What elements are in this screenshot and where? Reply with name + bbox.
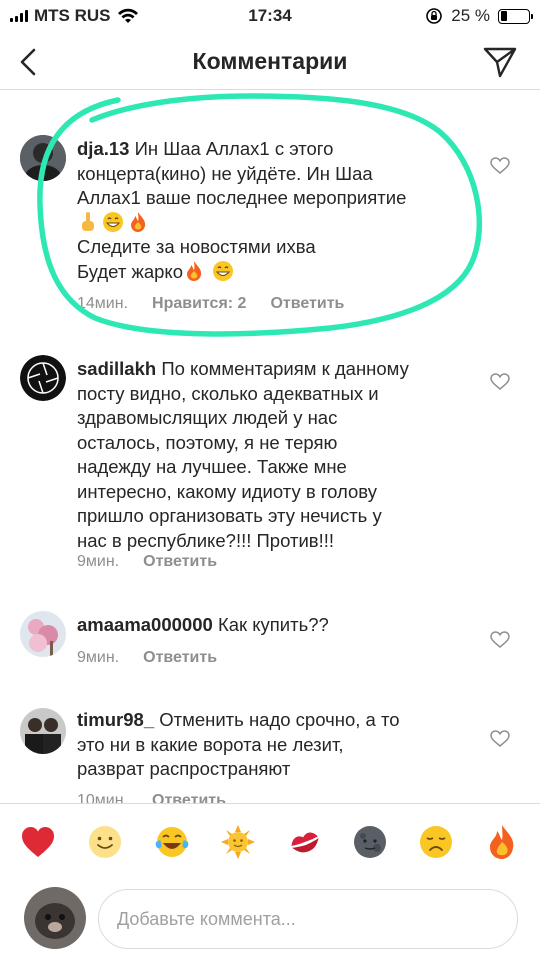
comment-line: Отменить надо срочно, а то bbox=[159, 709, 400, 730]
comment-meta: 9мин. Ответить bbox=[77, 553, 217, 571]
comment-username[interactable]: amaama000000 bbox=[77, 614, 213, 635]
comment-line: надежду на лучшее. Также мне bbox=[77, 456, 347, 477]
comment-line: пришло организовать эту нечисть у bbox=[77, 505, 382, 526]
comments-list[interactable]: dja.13 Ин Шаа Аллах1 с этого концерта(ки… bbox=[0, 91, 540, 803]
paper-plane-icon[interactable] bbox=[482, 44, 518, 80]
status-bar: MTS RUS 17:34 25 % bbox=[0, 0, 540, 34]
status-right: 25 % bbox=[425, 6, 533, 26]
comment-meta: 9мин. Ответить bbox=[77, 649, 217, 667]
comment-line: Ин Шаа Аллах1 с этого bbox=[134, 138, 334, 159]
comment-line: Следите за новостями ихва bbox=[77, 236, 316, 257]
comment-item: timur98_ Отменить надо срочно, а то это … bbox=[0, 706, 540, 803]
heart-emoji[interactable] bbox=[20, 824, 56, 860]
comment-input-container[interactable] bbox=[98, 889, 518, 949]
fire-emoji bbox=[187, 260, 202, 281]
reply-button[interactable]: Ответить bbox=[270, 295, 344, 313]
heart-outline-icon[interactable] bbox=[490, 373, 510, 391]
disappointed-face-emoji[interactable] bbox=[418, 824, 454, 860]
kiss-mark-emoji[interactable] bbox=[287, 824, 323, 860]
comment-line: это ни в какие ворота не лезит, bbox=[77, 733, 344, 755]
comment-line: Аллах1 ваше последнее мероприятие bbox=[77, 187, 407, 208]
sun-face-emoji[interactable] bbox=[220, 824, 256, 860]
heart-outline-icon[interactable] bbox=[490, 730, 510, 748]
nav-header: Комментарии bbox=[0, 34, 540, 90]
grinning-emoji bbox=[103, 211, 123, 232]
reply-button[interactable]: Ответить bbox=[143, 553, 217, 571]
comment-line: интересно, какому идиоту в голову bbox=[77, 480, 377, 502]
comment-meta: 14мин. Нравится: 2 Ответить bbox=[77, 295, 344, 313]
comment-input-bar bbox=[0, 881, 540, 960]
battery-icon bbox=[498, 8, 533, 24]
heart-outline-icon[interactable] bbox=[490, 631, 510, 649]
avatar bbox=[24, 887, 86, 949]
comment-time: 9мин. bbox=[77, 553, 120, 570]
page-title: Комментарии bbox=[192, 48, 348, 74]
comment-username[interactable]: timur98_ bbox=[77, 709, 154, 730]
comment-text: sadillakh По комментариям к данному пост… bbox=[77, 357, 475, 553]
grinning-emoji bbox=[213, 260, 233, 281]
comment-meta: 10мин. Ответить bbox=[77, 792, 226, 803]
comment-line: Будет жарко bbox=[77, 260, 183, 282]
avatar[interactable] bbox=[20, 135, 66, 181]
comment-item: amaama000000 Как купить?? 9мин. Ответить bbox=[0, 609, 540, 679]
comment-line: нас в республике?!!! Против!!! bbox=[77, 529, 335, 551]
emoji-quick-bar bbox=[0, 803, 540, 881]
new-moon-face-emoji[interactable] bbox=[352, 824, 388, 860]
avatar[interactable] bbox=[20, 355, 66, 401]
comment-line: концерта(кино) не уйдёте. Ин Шаа bbox=[77, 162, 373, 184]
avatar[interactable] bbox=[20, 708, 66, 754]
comment-line: Как купить?? bbox=[217, 614, 329, 635]
reply-button[interactable]: Ответить bbox=[143, 649, 217, 667]
comment-username[interactable]: sadillakh bbox=[77, 358, 156, 379]
comment-item: dja.13 Ин Шаа Аллах1 с этого концерта(ки… bbox=[0, 131, 540, 331]
heart-outline-icon[interactable] bbox=[490, 157, 510, 175]
comment-line: разврат распространяют bbox=[77, 758, 291, 779]
battery-percent: 25 % bbox=[451, 6, 490, 25]
comment-line: посту видно, сколько адекватных и bbox=[77, 382, 379, 404]
comment-input[interactable] bbox=[117, 908, 499, 930]
emoji-line bbox=[77, 211, 152, 233]
smiling-face-emoji[interactable] bbox=[87, 824, 123, 860]
comment-time: 14мин. bbox=[77, 295, 129, 312]
comment-item: sadillakh По комментариям к данному пост… bbox=[0, 353, 540, 583]
comment-line: осталось, поэтому, я не теряю bbox=[77, 431, 338, 453]
comment-time: 9мин. bbox=[77, 649, 120, 666]
comment-time: 10мин. bbox=[77, 792, 129, 803]
avatar[interactable] bbox=[20, 611, 66, 657]
hand-pointing-up-emoji bbox=[82, 211, 94, 231]
fire-emoji bbox=[131, 211, 146, 232]
comment-line: По комментариям к данному bbox=[161, 358, 409, 379]
reply-button[interactable]: Ответить bbox=[152, 792, 226, 803]
comment-text: amaama000000 Как купить?? bbox=[77, 613, 475, 638]
fire-emoji[interactable] bbox=[484, 824, 520, 860]
tears-of-joy-emoji[interactable] bbox=[154, 824, 190, 860]
comment-username[interactable]: dja.13 bbox=[77, 138, 129, 159]
likes-count[interactable]: Нравится: 2 bbox=[152, 295, 246, 313]
comment-text: dja.13 Ин Шаа Аллах1 с этого концерта(ки… bbox=[77, 137, 475, 284]
orientation-lock-icon bbox=[426, 8, 443, 24]
comment-line: здравомыслящих людей у нас bbox=[77, 407, 338, 428]
comment-text: timur98_ Отменить надо срочно, а то это … bbox=[77, 708, 475, 782]
battery-fill bbox=[500, 11, 508, 21]
